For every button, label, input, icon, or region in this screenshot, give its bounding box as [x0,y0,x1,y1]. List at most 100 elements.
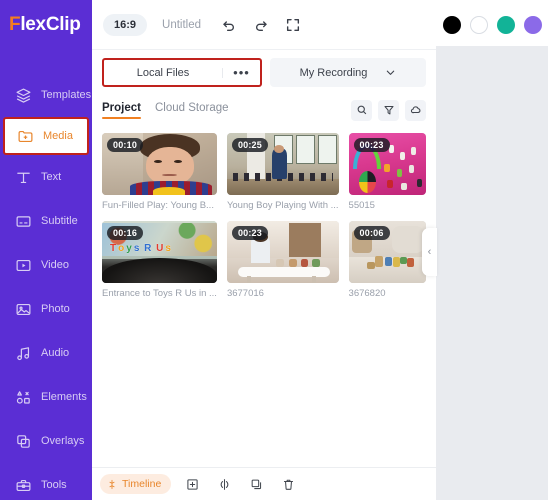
redo-button[interactable] [248,12,274,38]
panel-collapse-button[interactable]: ‹ [422,228,437,276]
timeline-icon [107,479,117,490]
sidebar-item-label: Tools [41,479,67,491]
duration-badge: 00:23 [353,138,390,152]
duplicate-button[interactable] [245,473,267,495]
undo-icon [221,17,237,33]
sidebar-item-text[interactable]: Text [0,155,92,199]
duration-badge: 00:06 [353,226,390,240]
editor-toolbar: 16:9 Untitled [92,0,436,50]
media-card[interactable]: 00:23 55015 [348,133,426,211]
media-thumbnail[interactable]: Toys R Us 00:16 [102,221,217,283]
sidebar-item-label: Overlays [41,435,85,447]
swatch-purple[interactable] [523,16,542,34]
sidebar-item-label: Media [43,130,73,142]
sidebar-item-label: Audio [41,347,70,359]
sidebar-item-label: Text [41,171,62,183]
media-source-row: Local Files ••• My Recording [92,50,436,93]
overlay-squares-icon [14,432,32,450]
duration-badge: 00:10 [107,138,144,152]
sidebar-item-audio[interactable]: Audio [0,331,92,375]
my-recording-dropdown[interactable]: My Recording [270,58,426,87]
sidebar-item-media[interactable]: Media [3,117,89,155]
media-thumbnail[interactable]: 00:23 [226,221,339,283]
media-tabs: Project Cloud Storage [92,93,436,123]
logo-f-mark: F [9,14,21,35]
filter-button[interactable] [378,99,399,121]
cloud-icon [410,104,422,116]
tab-project[interactable]: Project [102,102,141,119]
search-button[interactable] [351,99,372,121]
media-grid: 00:10 Fun-Filled Play: Young B... 00:25 … [92,123,436,467]
undo-button[interactable] [216,12,242,38]
media-caption: Entrance to Toys R Us in ... [102,288,217,299]
local-files-more-button[interactable]: ••• [222,66,260,79]
app-logo[interactable]: FlexClip [0,0,92,50]
duplicate-icon [250,478,263,491]
aspect-ratio-button[interactable]: 16:9 [103,13,148,36]
media-tab-actions [351,99,426,121]
swatch-teal[interactable] [496,16,515,34]
timeline-label: Timeline [122,478,162,490]
cloud-button[interactable] [405,99,426,121]
local-files-button[interactable]: Local Files ••• [102,58,262,87]
toolbox-icon [14,476,32,494]
media-card[interactable]: 00:23 3677016 [226,221,339,299]
sidebar-item-elements[interactable]: Elements [0,375,92,419]
delete-button[interactable] [277,473,299,495]
media-card[interactable]: 00:06 3676820 [348,221,426,299]
media-caption: 3676820 [348,288,386,299]
sidebar-item-label: Photo [41,303,70,315]
media-thumbnail[interactable]: 00:23 [348,133,426,195]
text-t-icon [14,168,32,186]
left-sidebar: FlexClip Templates Media Text Subtitle V… [0,0,92,500]
sidebar-item-subtitle[interactable]: Subtitle [0,199,92,243]
redo-icon [253,17,269,33]
sidebar-item-label: Elements [41,391,87,403]
media-thumbnail[interactable]: 00:06 [348,221,426,283]
fullscreen-button[interactable] [280,12,306,38]
media-thumbnail[interactable]: 00:10 [102,133,217,195]
split-icon [218,478,231,491]
preview-canvas[interactable] [436,46,548,500]
trash-icon [282,478,295,491]
folder-plus-icon [16,127,34,145]
media-caption: Young Boy Playing With ... [226,200,339,211]
media-caption: 3677016 [226,288,264,299]
sidebar-item-video[interactable]: Video [0,243,92,287]
chevron-down-icon [385,67,396,78]
flexclip-editor: FlexClip Templates Media Text Subtitle V… [0,0,548,500]
media-thumbnail[interactable]: 00:25 [226,133,339,195]
sidebar-nav: Templates Media Text Subtitle Video Phot… [0,73,92,500]
sidebar-item-label: Templates [41,89,92,101]
sidebar-item-overlays[interactable]: Overlays [0,419,92,463]
sidebar-item-label: Video [41,259,69,271]
split-button[interactable] [213,473,235,495]
duration-badge: 00:23 [231,226,268,240]
logo-wordmark: lexClip [20,14,81,35]
swatch-black[interactable] [442,16,461,34]
my-recording-label: My Recording [299,66,368,79]
local-files-label: Local Files [136,66,190,79]
timeline-button[interactable]: Timeline [100,474,172,494]
media-card[interactable]: 00:10 Fun-Filled Play: Young B... [102,133,217,211]
add-media-button[interactable] [181,473,203,495]
music-note-icon [14,344,32,362]
video-play-icon [14,256,32,274]
sidebar-item-label: Subtitle [41,215,78,227]
timeline-toolbar: Timeline [92,467,436,500]
sidebar-item-tools[interactable]: Tools [0,463,92,500]
color-swatch-bar [436,0,548,46]
swatch-white[interactable] [469,16,488,34]
sidebar-item-templates[interactable]: Templates [0,73,92,117]
chevron-left-icon: ‹ [427,246,432,258]
sidebar-item-photo[interactable]: Photo [0,287,92,331]
search-icon [356,104,368,116]
media-caption: Fun-Filled Play: Young B... [102,200,214,211]
media-card[interactable]: 00:25 Young Boy Playing With ... [226,133,339,211]
media-card[interactable]: Toys R Us 00:16 Entrance to Toys R Us in… [102,221,217,299]
duration-badge: 00:16 [107,226,144,240]
project-title[interactable]: Untitled [162,19,201,31]
tab-cloud-storage[interactable]: Cloud Storage [155,102,229,119]
fullscreen-icon [285,17,301,33]
subtitle-icon [14,212,32,230]
